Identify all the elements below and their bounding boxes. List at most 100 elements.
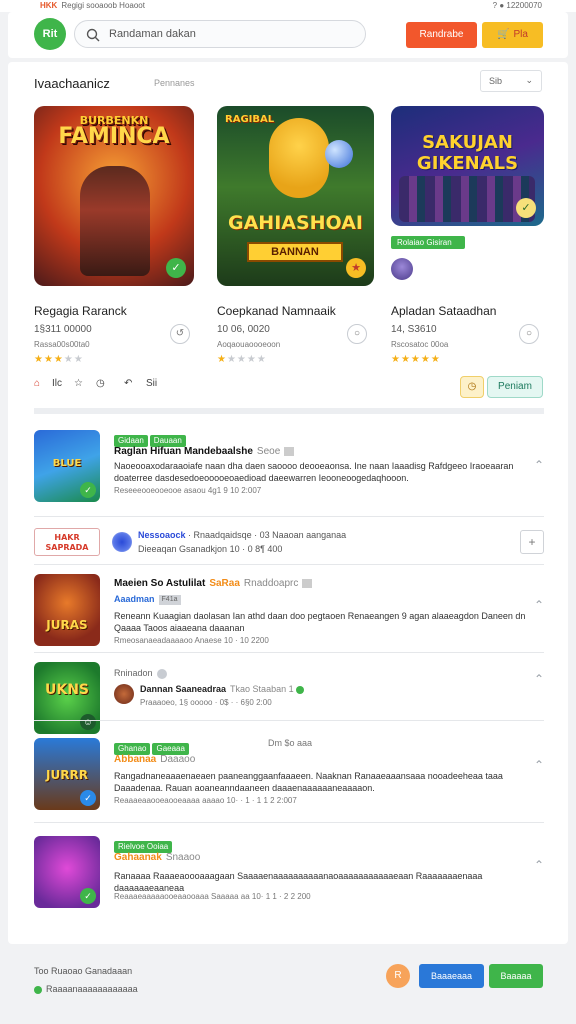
divider xyxy=(34,564,544,565)
open-icon[interactable]: ↺ xyxy=(170,324,190,344)
share-count[interactable]: Sii xyxy=(146,378,157,389)
chevron-up-icon[interactable]: ⌃ xyxy=(534,458,544,472)
home-icon[interactable]: ⌂ xyxy=(34,378,40,389)
like-count[interactable]: Ilc xyxy=(52,378,62,389)
sponsor-name: Nessoaock xyxy=(138,530,186,540)
cart-button[interactable]: 🛒 Pla xyxy=(482,22,543,48)
feed-thumbnail[interactable]: BLUE ✓ xyxy=(34,430,100,502)
featured-item-1[interactable]: BURBENKN FAMINCA ✓ Regagia Raranck 1§311… xyxy=(34,106,194,365)
face-icon: ☺ xyxy=(80,714,96,730)
feed-tags-right: Dm $o aaa xyxy=(268,738,313,748)
sponsor-info: · Rnaadqaidsqe · 03 Naaoan aanganaa xyxy=(188,530,347,540)
thumbnail-art: BLUE xyxy=(52,458,82,469)
chevron-up-icon[interactable]: ⌃ xyxy=(534,858,544,872)
art-title: FAMINCA xyxy=(58,124,170,149)
star-icon[interactable]: ☆ xyxy=(74,378,83,389)
feed-date: Rmeosanaeadaaaaoo Anaese 10 · 10 2200 xyxy=(114,636,269,645)
bear-figure xyxy=(269,118,329,198)
game-thumbnail[interactable]: SAKUJAN GIKENALS ✓ xyxy=(391,106,544,226)
feed-thumbnail[interactable]: JURRR ✓ xyxy=(34,738,100,810)
art-title: GAHIASHOAI xyxy=(228,212,363,234)
search-placeholder: Randaman dakan xyxy=(109,28,196,40)
feed-thumbnail[interactable]: UKNS ☺ xyxy=(34,662,100,734)
featured-item-2[interactable]: RAGIBAL GAHIASHOAI BANNAN ★ Coepkanad Na… xyxy=(217,106,377,365)
check-icon: ✓ xyxy=(80,482,96,498)
footer-green-button[interactable]: Baaaaa xyxy=(489,964,543,988)
feed-date: Reaaaeaaaaaooeaaooaaa Saaaaa aa 10· 1 1 … xyxy=(114,892,311,901)
sponsor-date: Dieeaqan Gsanadkjon 10 · 0 8¶ 400 xyxy=(138,544,283,554)
hero-figure xyxy=(80,166,150,276)
primary-action-button[interactable]: Randrabe xyxy=(406,22,477,48)
feed-thumbnail[interactable]: JURAS xyxy=(34,574,100,646)
feed-date: Reaaaeaaooeaooeaaaa aaaao 10· · 1 · 1 1 … xyxy=(114,796,297,805)
search-input[interactable]: Randaman dakan xyxy=(74,20,366,48)
feed-description: Rangadnaneaaaenaeaen paaneanggaanfaaaeen… xyxy=(114,771,503,793)
clock-icon[interactable]: ◷ xyxy=(96,378,105,389)
game-thumbnail[interactable]: RAGIBAL GAHIASHOAI BANNAN ★ xyxy=(217,106,374,286)
top-bar: Rit Randaman dakan Randrabe 🛒 Pla xyxy=(8,12,568,58)
author-avatar[interactable] xyxy=(114,684,134,704)
chevron-up-icon[interactable]: ⌃ xyxy=(534,758,544,772)
check-icon: ✓ xyxy=(80,888,96,904)
divider xyxy=(34,516,544,517)
add-icon[interactable]: + xyxy=(520,530,544,554)
sponsored-row[interactable]: HAKR SAPRADA Nessoaock · Rnaadqaidsqe · … xyxy=(34,528,544,558)
main-card: Ivaachaanicz Pennanes Sib ⌄ BURBENKN FAMI… xyxy=(8,62,568,944)
feed-title[interactable]: Maeien So Astulilat SaRaa Rnaddoaprc xyxy=(114,578,313,589)
footer-blue-button[interactable]: Baaaeaaa xyxy=(419,964,484,988)
app-logo[interactable]: Rit xyxy=(34,18,66,50)
thumbnail-art: JURRR xyxy=(46,768,88,782)
featured-title: Ivaachaanicz xyxy=(34,76,110,91)
art-top-title: RAGIBAL xyxy=(225,114,275,125)
feed-category: Aaadman F41a xyxy=(114,594,181,605)
status-bar: HKK Regigi sooaoob Hoaoot ? ● 12200070 xyxy=(0,0,576,12)
feed-title[interactable]: Raglan Hifuan Mandebaalshe Seoe xyxy=(114,446,295,457)
feed-title-text: Maeien So Astulilat xyxy=(114,578,206,589)
status-right-text: ? ● 12200070 xyxy=(492,1,542,10)
footer-status: Raaaanaaaaaaaaaaaa xyxy=(34,984,138,994)
verified-check-icon: ✓ xyxy=(166,258,186,278)
feed-category-mini: F41a xyxy=(158,594,181,605)
sponsor-line: Nessoaock · Rnaadqaidsqe · 03 Naaoan aan… xyxy=(138,530,346,540)
feed-item[interactable]: BLUE ✓ Gidaan Dauaan Raglan Hifuan Mandeb… xyxy=(34,430,544,506)
feed-subtitle: Gahaanak Snaaoo xyxy=(114,852,200,863)
lock-icon[interactable]: ○ xyxy=(347,324,367,344)
game-name[interactable]: Regagia Raranck xyxy=(34,304,127,318)
divider xyxy=(34,822,544,823)
feed-item[interactable]: ✓ Rielvoe Ooiaa Gahaanak Snaaoo Ranaaaa R… xyxy=(34,836,544,908)
feed-title-muted: Seoe xyxy=(256,446,281,457)
game-meta: 14, S3610 xyxy=(391,324,437,335)
feed-item[interactable]: UKNS ☺ Rninadon Dannan Saaneadraa Tkao St… xyxy=(34,662,544,734)
flag-icon xyxy=(302,578,313,588)
timer-button[interactable]: ◷ xyxy=(460,376,484,398)
game-name[interactable]: Apladan Sataadhan xyxy=(391,304,496,318)
chevron-down-icon: ⌄ xyxy=(525,75,533,85)
game-name[interactable]: Coepkanad Namnaaik xyxy=(217,304,336,318)
info-icon[interactable]: ○ xyxy=(519,324,539,344)
game-meta-secondary: Rassa00s00ta0 xyxy=(34,340,90,349)
cart-button-label: Pla xyxy=(513,29,528,40)
feed-date: Reseeeooeooeooe asaou 4g1 9 10 2:007 xyxy=(114,486,262,495)
game-thumbnail[interactable]: BURBENKN FAMINCA ✓ xyxy=(34,106,194,286)
sort-dropdown[interactable]: Sib ⌄ xyxy=(480,70,542,92)
history-icon[interactable]: ↶ xyxy=(124,378,132,389)
thumbnail-art: UKNS xyxy=(44,682,90,698)
profile-icon[interactable]: R xyxy=(386,964,410,988)
feed-description: Reneann Kuaagian daolasan Ian athd daan … xyxy=(114,611,526,633)
orb-shape xyxy=(325,140,353,168)
feed-item[interactable]: JURRR ✓ Ghanao Gaeaaa Dm $o aaa Abbanaa Da… xyxy=(34,738,544,814)
author-name: Dannan Saaneadraa xyxy=(140,684,227,694)
cta-button[interactable]: Peniam xyxy=(487,376,543,398)
author-avatar[interactable] xyxy=(391,258,413,280)
featured-item-3[interactable]: SAKUJAN GIKENALS ✓ Rolaiao Gisiran Aplad… xyxy=(391,106,551,365)
feed-thumbnail[interactable]: ✓ xyxy=(34,836,100,908)
search-icon xyxy=(86,28,100,42)
sponsor-logo[interactable]: HAKR SAPRADA xyxy=(34,528,100,556)
divider xyxy=(34,652,544,653)
feed-item[interactable]: JURAS Maeien So Astulilat SaRaa Rnaddoaprc… xyxy=(34,574,544,650)
chevron-up-icon[interactable]: ⌃ xyxy=(534,672,544,686)
chevron-up-icon[interactable]: ⌃ xyxy=(534,598,544,612)
game-meta-secondary: Rscosatoc 00oa xyxy=(391,340,449,349)
feed-tags: Gidaan Dauaan xyxy=(114,430,188,447)
status-dot-icon xyxy=(34,985,42,994)
